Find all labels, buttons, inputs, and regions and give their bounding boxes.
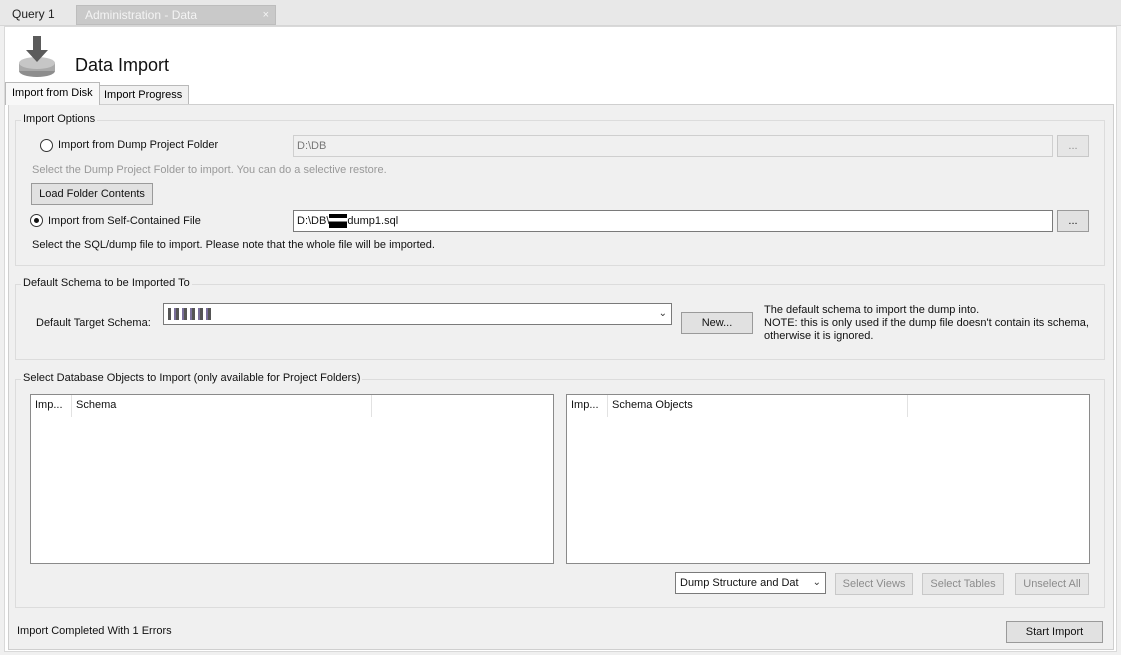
default-target-schema-select[interactable]: ⌄ xyxy=(163,303,672,325)
redacted-schema-name xyxy=(168,308,212,321)
import-download-icon xyxy=(19,36,55,77)
dump-folder-hint: Select the Dump Project Folder to import… xyxy=(32,164,387,176)
schema-objects-list[interactable]: Imp... Schema Objects xyxy=(566,394,1090,564)
page-title: Data Import xyxy=(75,55,170,75)
default-schema-note-line2: NOTE: this is only used if the dump file… xyxy=(764,317,1089,329)
default-target-schema-label: Default Target Schema: xyxy=(36,317,151,329)
load-folder-contents-button[interactable]: Load Folder Contents xyxy=(31,183,153,205)
new-schema-button[interactable]: New... xyxy=(681,312,753,334)
self-contained-file-path-input[interactable]: D:\DB\ dump1.sql xyxy=(293,210,1053,232)
self-contained-file-browse-button[interactable]: ... xyxy=(1057,210,1089,232)
chevron-down-icon: ⌄ xyxy=(658,308,667,319)
self-contained-file-radio-label[interactable]: Import from Self-Contained File xyxy=(48,215,201,227)
schema-objects-column-header[interactable]: Schema Objects xyxy=(608,395,908,417)
schema-list-schema-column-header[interactable]: Schema xyxy=(72,395,372,417)
schema-list[interactable]: Imp... Schema xyxy=(30,394,554,564)
database-objects-legend: Select Database Objects to Import (only … xyxy=(21,372,363,384)
close-tab-icon[interactable]: × xyxy=(263,6,269,24)
file-path-prefix: D:\DB\ xyxy=(297,215,330,227)
self-contained-file-radio[interactable] xyxy=(30,214,43,227)
chevron-down-icon: ⌄ xyxy=(812,577,821,588)
select-views-button[interactable]: Select Views xyxy=(835,573,913,595)
import-options-legend: Import Options xyxy=(21,113,98,125)
dump-folder-browse-button[interactable]: ... xyxy=(1057,135,1089,157)
dump-folder-radio[interactable] xyxy=(40,139,53,152)
redacted-path-segment xyxy=(329,214,348,229)
select-tables-button[interactable]: Select Tables xyxy=(922,573,1004,595)
unselect-all-button[interactable]: Unselect All xyxy=(1015,573,1089,595)
dump-folder-radio-label[interactable]: Import from Dump Project Folder xyxy=(58,139,218,151)
default-schema-note-line3: otherwise it is ignored. xyxy=(764,330,874,342)
dump-mode-select[interactable]: Dump Structure and Dat ⌄ xyxy=(675,572,826,594)
dump-folder-path-input[interactable]: D:\DB xyxy=(293,135,1053,157)
self-contained-file-hint: Select the SQL/dump file to import. Plea… xyxy=(32,239,435,251)
start-import-button[interactable]: Start Import xyxy=(1006,621,1103,643)
import-status-text: Import Completed With 1 Errors xyxy=(17,625,172,637)
tab-import-from-disk[interactable]: Import from Disk xyxy=(5,82,100,105)
tab-import-progress[interactable]: Import Progress xyxy=(97,85,190,105)
dump-mode-value: Dump Structure and Dat xyxy=(680,577,799,589)
tab-query-1[interactable]: Query 1 xyxy=(4,5,68,25)
default-schema-note-line1: The default schema to import the dump in… xyxy=(764,304,980,316)
tab-administration-data-import[interactable]: Administration - Data Import/Res... × xyxy=(76,5,276,40)
schema-objects-import-column-header[interactable]: Imp... xyxy=(567,395,608,417)
schema-list-import-column-header[interactable]: Imp... xyxy=(31,395,72,417)
file-path-suffix: dump1.sql xyxy=(347,215,399,227)
default-schema-legend: Default Schema to be Imported To xyxy=(21,277,192,289)
